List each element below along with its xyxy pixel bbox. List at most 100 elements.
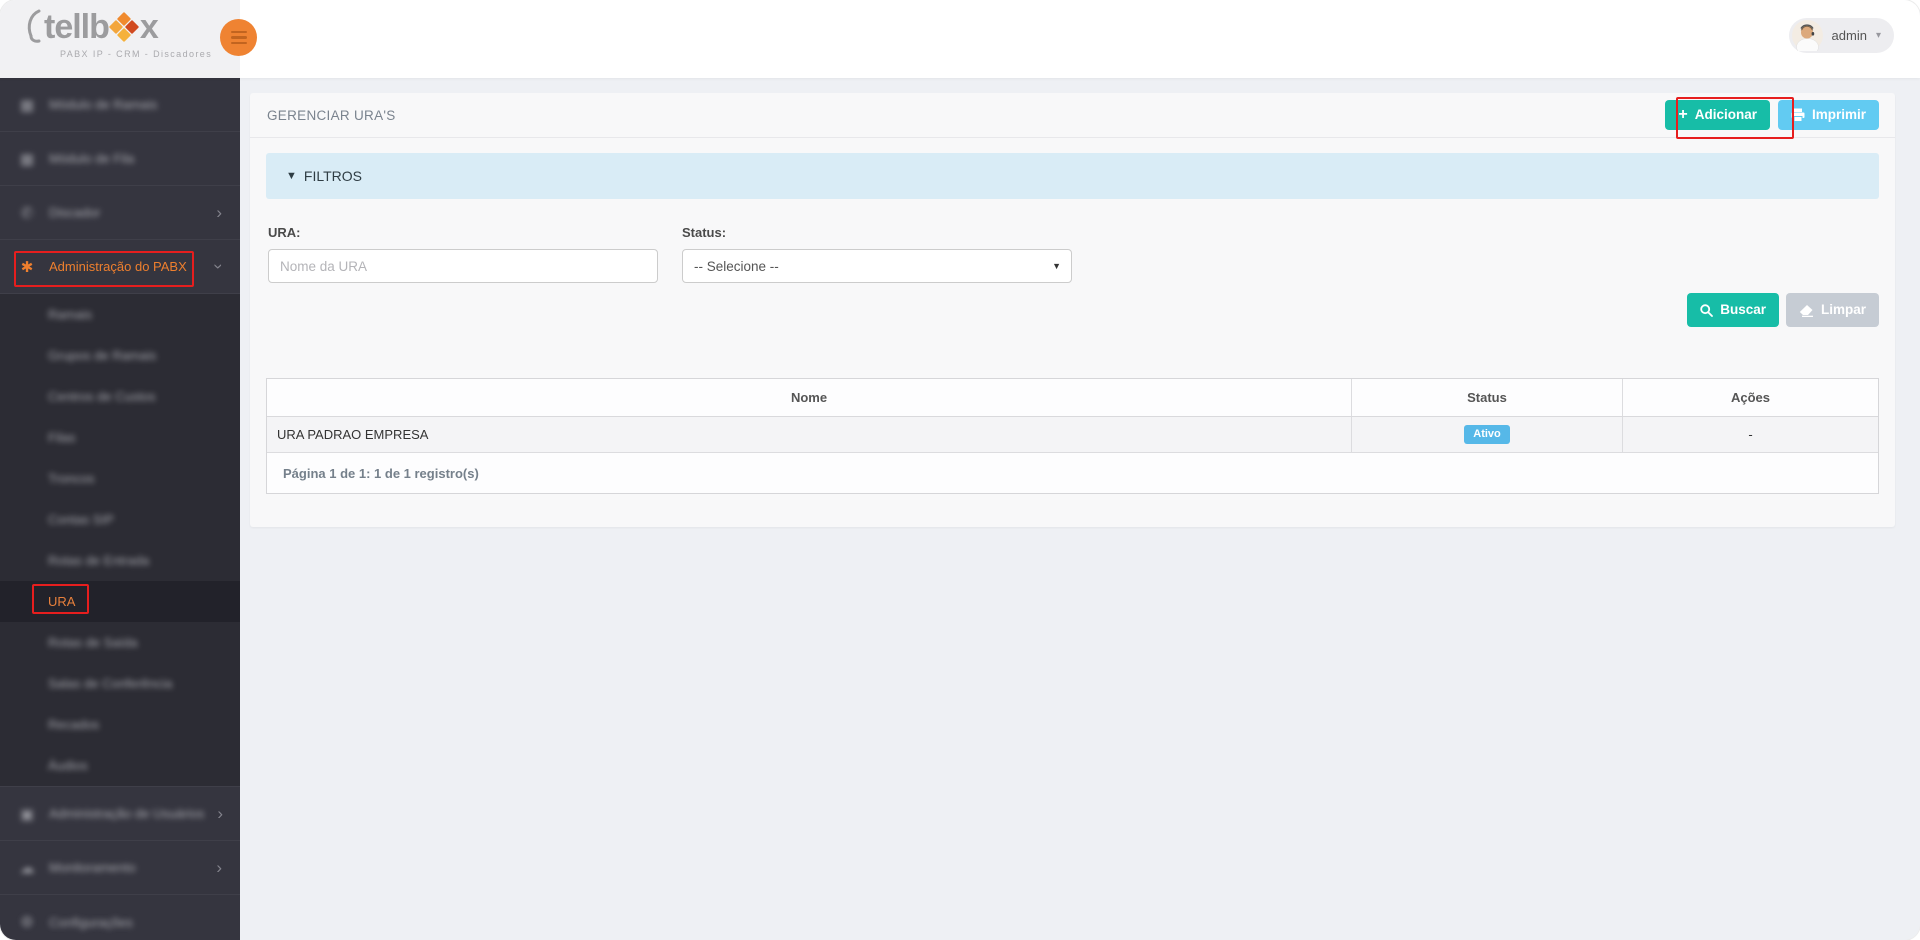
- eraser-icon: [1799, 304, 1813, 317]
- printer-icon: [1791, 108, 1805, 122]
- sidebar-item-label: Salas de Conferência: [48, 676, 173, 691]
- chevron-right-icon: ›: [217, 804, 224, 823]
- sidebar-item-grupos-de-ramais[interactable]: Grupos de Ramais: [0, 335, 240, 376]
- sidebar-item-rotas-de-entrada[interactable]: Rotas de Entrada: [0, 540, 240, 581]
- sidebar-item-label: Rotas de Entrada: [48, 553, 150, 568]
- column-header-status: Status: [1351, 379, 1622, 416]
- sidebar-item-label: Monitoramento: [49, 860, 136, 875]
- sidebar-item-configuracoes[interactable]: ⚙ Configurações: [0, 895, 240, 940]
- sidebar-item-administracao-do-pabx[interactable]: ✱ Administração do PABX ›: [0, 240, 240, 294]
- headset-icon: [27, 9, 41, 43]
- hamburger-icon: [230, 30, 247, 34]
- sidebar-item-label: Ramais: [48, 307, 93, 322]
- plus-icon: +: [1678, 105, 1688, 123]
- user-caret-icon: ▾: [1875, 30, 1881, 41]
- sidebar-item-label: Administração do PABX: [49, 259, 187, 274]
- adicionar-button[interactable]: + Adicionar: [1665, 100, 1770, 130]
- header-buttons: + Adicionar Imprimir: [1665, 100, 1879, 130]
- pabx-submenu: Ramais Grupos de Ramais Centros de Custo…: [0, 294, 240, 787]
- column-header-nome: Nome: [790, 390, 828, 405]
- sidebar-item-label: Filas: [48, 430, 76, 445]
- sidebar-item-label: Configurações: [49, 914, 133, 930]
- uras-table: Nome Status Ações URA PADRAO EMPRESA Ati…: [266, 378, 1879, 494]
- gerenciar-uras-card: GERENCIAR URA'S + Adicionar Imprimir ▼ F…: [250, 93, 1895, 527]
- filters-title: FILTROS: [303, 168, 362, 184]
- ura-label: URA:: [268, 225, 301, 240]
- sidebar-item-label: Administração de Usuários: [49, 806, 205, 821]
- imprimir-button[interactable]: Imprimir: [1777, 100, 1879, 130]
- status-select[interactable]: -- Selecione -- ▼: [682, 249, 1072, 283]
- sidebar-item-label: Grupos de Ramais: [48, 348, 157, 363]
- sidebar-item-modulo-de-ramais[interactable]: ▦ Módulo de Ramais: [0, 78, 240, 132]
- page-title: GERENCIAR URA'S: [267, 107, 396, 123]
- status-badge: Ativo: [1464, 425, 1510, 444]
- sidebar: ▦ Módulo de Ramais ▦ Módulo de Fila ✆ Di…: [0, 78, 240, 940]
- sidebar-item-troncos[interactable]: Troncos: [0, 458, 240, 499]
- phone-icon: ✆: [20, 204, 34, 222]
- sidebar-item-recados[interactable]: Recados: [0, 704, 240, 745]
- cloud-icon: ☁: [19, 859, 35, 877]
- buscar-button[interactable]: Buscar: [1687, 293, 1779, 327]
- table-header: Nome Status Ações: [267, 379, 1878, 417]
- adicionar-button-label: Adicionar: [1694, 107, 1757, 123]
- row-acoes: -: [1622, 417, 1878, 452]
- status-select-value: -- Selecione --: [694, 258, 779, 274]
- logo-text-left: tellb: [44, 8, 110, 46]
- sidebar-item-monitoramento[interactable]: ☁ Monitoramento ›: [0, 841, 240, 895]
- logo-text-right: x: [139, 8, 159, 46]
- sidebar-item-centros-de-custos[interactable]: Centros de Custos: [0, 376, 240, 417]
- caret-down-icon: ▼: [286, 170, 297, 182]
- sidebar-item-ramais[interactable]: Ramais: [0, 294, 240, 335]
- filter-actions: Buscar Limpar: [1687, 293, 1879, 327]
- sidebar-item-modulo-de-fila[interactable]: ▦ Módulo de Fila: [0, 132, 240, 186]
- sidebar-item-rotas-de-saida[interactable]: Rotas de Saída: [0, 622, 240, 663]
- limpar-button-label: Limpar: [1820, 302, 1866, 318]
- sidebar-item-label: Discador: [49, 205, 101, 220]
- ura-name-input[interactable]: [268, 249, 658, 283]
- sidebar-item-label: Módulo de Ramais: [49, 97, 158, 112]
- sidebar-item-salas-de-conferencia[interactable]: Salas de Conferência: [0, 663, 240, 704]
- sidebar-item-contas-sip[interactable]: Contas SIP: [0, 499, 240, 540]
- limpar-button[interactable]: Limpar: [1785, 293, 1879, 327]
- chevron-down-icon: ›: [209, 263, 229, 270]
- card-header: GERENCIAR URA'S + Adicionar Imprimir: [250, 93, 1895, 138]
- sidebar-item-label: URA: [48, 594, 76, 609]
- sidebar-item-label: Troncos: [48, 471, 95, 486]
- module-icon: ▦: [19, 150, 35, 168]
- logo-diamond-icon: [108, 11, 139, 42]
- asterisk-icon: ✱: [20, 258, 34, 276]
- row-status: Ativo: [1351, 417, 1622, 452]
- topbar: tellb x PABX IP - CRM - Discadores admin…: [0, 0, 1920, 78]
- sidebar-item-label: Centros de Custos: [48, 389, 156, 404]
- sidebar-item-label: Rotas de Saída: [48, 635, 138, 650]
- row-nome: URA PADRAO EMPRESA: [277, 427, 429, 442]
- sidebar-item-administracao-de-usuarios[interactable]: ▣ Administração de Usuários ›: [0, 787, 240, 841]
- sidebar-item-ura[interactable]: URA: [0, 581, 240, 622]
- status-field-group: Status: -- Selecione -- ▼: [682, 225, 1072, 283]
- chevron-right-icon: ›: [216, 203, 222, 222]
- sidebar-item-discador[interactable]: ✆ Discador ›: [0, 186, 240, 240]
- imprimir-button-label: Imprimir: [1811, 107, 1866, 123]
- table-row[interactable]: URA PADRAO EMPRESA Ativo -: [267, 417, 1878, 453]
- avatar: [1791, 20, 1823, 51]
- ura-field-group: URA:: [268, 225, 658, 283]
- buscar-button-label: Buscar: [1720, 302, 1766, 318]
- sidebar-item-filas[interactable]: Filas: [0, 417, 240, 458]
- sidebar-item-label: Recados: [48, 717, 100, 732]
- user-menu[interactable]: admin ▾: [1788, 18, 1894, 53]
- sidebar-item-label: Áudios: [48, 758, 88, 773]
- gear-icon: ⚙: [20, 914, 34, 931]
- chevron-right-icon: ›: [216, 858, 222, 877]
- search-icon: [1700, 303, 1714, 317]
- logo-subtitle: PABX IP - CRM - Discadores: [60, 49, 213, 59]
- status-label: Status:: [682, 225, 727, 240]
- sidebar-item-audios[interactable]: Áudios: [0, 745, 240, 786]
- column-header-acoes: Ações: [1622, 379, 1878, 416]
- app-window: tellb x PABX IP - CRM - Discadores admin…: [0, 0, 1920, 940]
- sidebar-item-label: Módulo de Fila: [49, 151, 135, 166]
- logo-area: tellb x PABX IP - CRM - Discadores: [0, 0, 240, 78]
- filters-toggle[interactable]: ▼ FILTROS: [266, 153, 1879, 199]
- users-icon: ▣: [19, 805, 35, 823]
- username: admin: [1831, 28, 1867, 43]
- sidebar-toggle-button[interactable]: [220, 19, 257, 56]
